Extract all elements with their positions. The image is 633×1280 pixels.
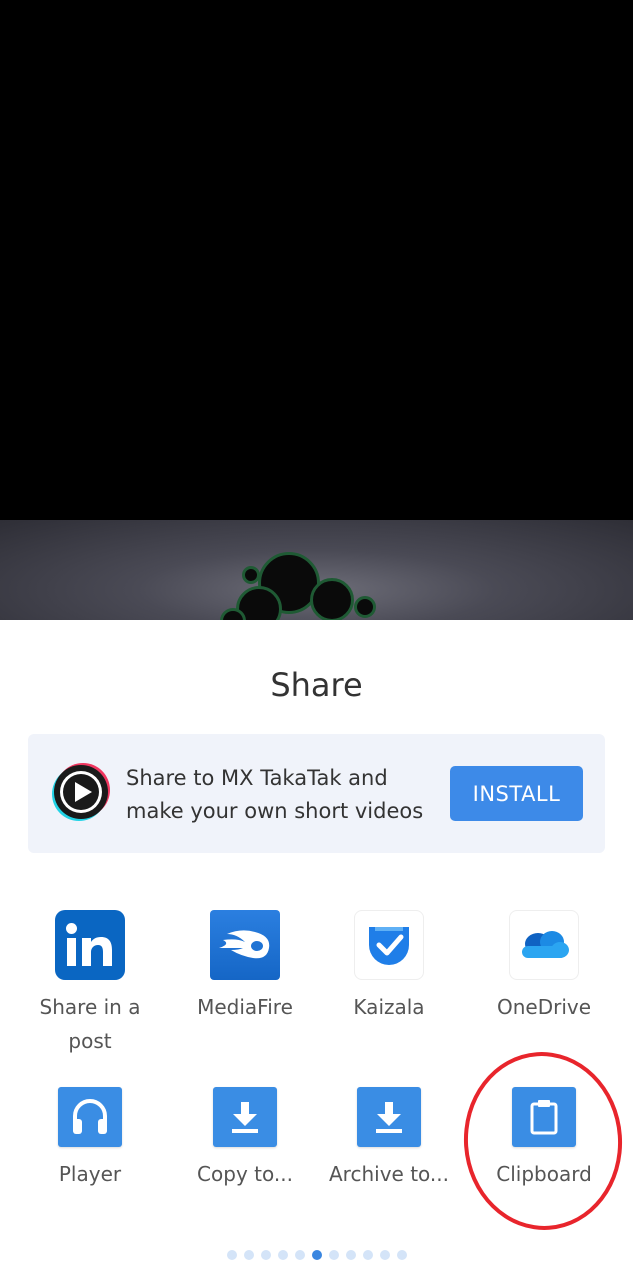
- share-target-mediafire[interactable]: MediaFire: [170, 910, 320, 1024]
- kaizala-icon: [354, 910, 424, 980]
- page-dot: [260, 1250, 271, 1260]
- page-dot: [243, 1250, 254, 1260]
- install-button[interactable]: INSTALL: [450, 766, 583, 821]
- app-label: Copy to...: [197, 1162, 293, 1186]
- page-dot: [345, 1250, 356, 1260]
- video-thumbnail: [0, 520, 633, 620]
- share-target-linkedin[interactable]: Share in a post: [15, 910, 165, 1058]
- linkedin-icon: [55, 910, 125, 980]
- app-label: OneDrive: [496, 995, 592, 1019]
- share-target-archive-to[interactable]: Archive to...: [314, 1082, 464, 1191]
- video-player-area[interactable]: [0, 0, 633, 520]
- gear-shape: [242, 566, 260, 584]
- app-label: Kaizala: [353, 995, 425, 1019]
- app-label: Share in a post: [39, 995, 141, 1053]
- mediafire-icon: [210, 910, 280, 980]
- share-target-onedrive[interactable]: OneDrive: [469, 910, 619, 1024]
- page-dot: [277, 1250, 288, 1260]
- mx-takatak-promo[interactable]: Share to MX TakaTak and make your own sh…: [28, 734, 605, 853]
- share-target-copy-to[interactable]: Copy to...: [170, 1082, 320, 1191]
- headphones-icon: [58, 1087, 122, 1147]
- share-title: Share: [270, 666, 363, 704]
- app-label: MediaFire: [197, 995, 293, 1019]
- page-dot: [379, 1250, 390, 1260]
- page-indicator: [0, 1250, 633, 1260]
- page-dot: [362, 1250, 373, 1260]
- app-label: Player: [58, 1162, 122, 1186]
- share-target-kaizala[interactable]: Kaizala: [314, 910, 464, 1024]
- page-dot: [396, 1250, 407, 1260]
- promo-text: Share to MX TakaTak and make your own sh…: [126, 766, 424, 823]
- page-dot-active: [311, 1250, 322, 1260]
- share-target-player[interactable]: Player: [15, 1082, 165, 1191]
- gear-shape: [310, 578, 354, 620]
- page-dot: [226, 1250, 237, 1260]
- download-icon: [357, 1087, 421, 1147]
- gear-shape: [354, 596, 376, 618]
- download-icon: [213, 1087, 277, 1147]
- app-label: Archive to...: [329, 1162, 449, 1186]
- page-dot: [294, 1250, 305, 1260]
- mx-takatak-logo-icon: [52, 763, 110, 821]
- page-dot: [328, 1250, 339, 1260]
- onedrive-icon: [509, 910, 579, 980]
